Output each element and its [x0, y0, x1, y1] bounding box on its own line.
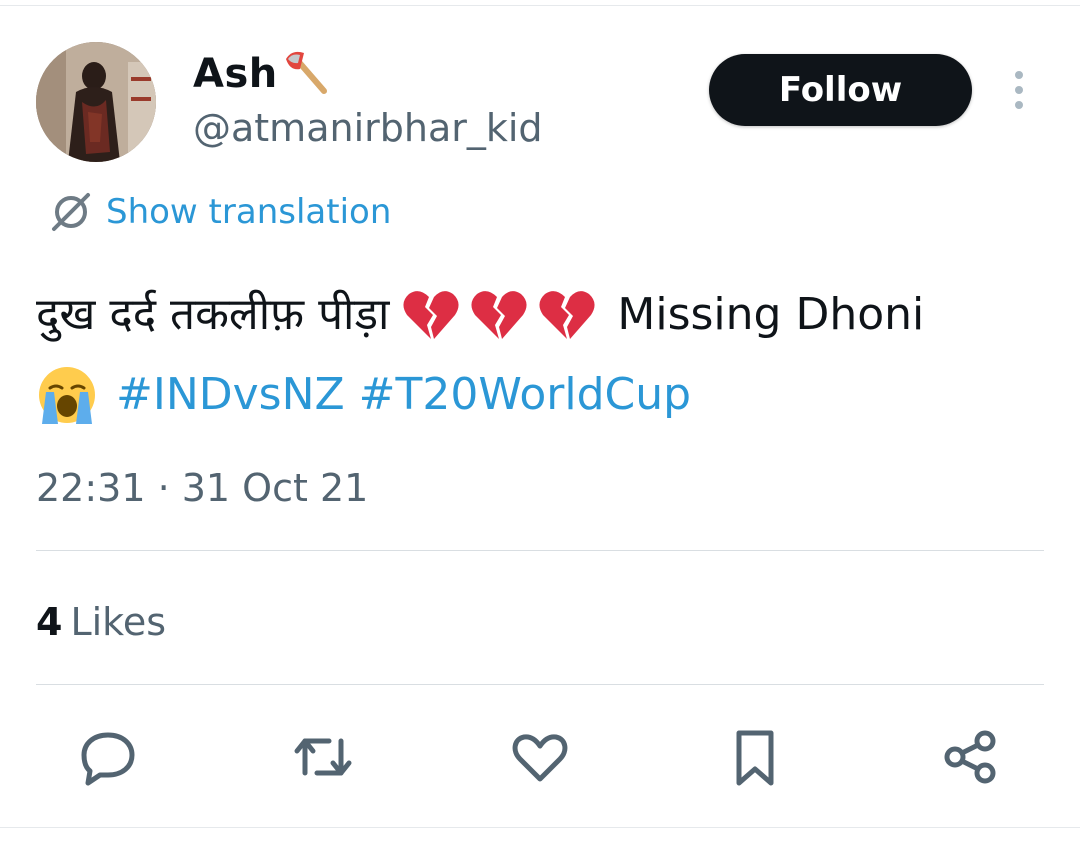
likes-number: 4 — [36, 600, 63, 644]
follow-button[interactable]: Follow — [709, 54, 972, 126]
bookmark-button[interactable] — [720, 722, 790, 792]
more-options-button[interactable] — [1004, 68, 1034, 112]
hashtag-t20worldcup[interactable]: #T20WorldCup — [359, 355, 691, 435]
retweet-button[interactable] — [288, 722, 358, 792]
loudly-crying-face-icon — [39, 367, 95, 424]
divider — [36, 684, 1044, 685]
like-button[interactable] — [505, 722, 575, 792]
show-translation-link[interactable]: Show translation — [48, 188, 391, 236]
user-handle[interactable]: @atmanirbhar_kid — [193, 104, 543, 152]
divider — [36, 550, 1044, 551]
bottom-divider — [0, 827, 1080, 828]
tweet-timestamp[interactable]: 22:31 · 31 Oct 21 — [36, 462, 368, 514]
hashtag-indvsnz[interactable]: #INDvsNZ — [116, 355, 345, 435]
top-divider — [0, 5, 1080, 6]
broken-hearts — [401, 285, 605, 345]
bookmark-icon — [736, 730, 774, 786]
show-translation-label[interactable]: Show translation — [106, 188, 391, 236]
share-icon — [944, 730, 996, 784]
likes-label: Likes — [70, 600, 167, 644]
tweet-text: दुख दर्द तकलीफ़ पीड़ा Missing Dhoni #IND… — [36, 275, 1046, 435]
vertical-ellipsis-icon — [1015, 71, 1023, 109]
name-row[interactable]: Ash — [193, 50, 330, 98]
tweet-line-1: दुख दर्द तकलीफ़ पीड़ा Missing Dhoni — [36, 275, 1046, 355]
tweet-line-2: #INDvsNZ #T20WorldCup — [36, 355, 1046, 435]
reply-button[interactable] — [73, 722, 143, 792]
broken-heart-icon — [539, 291, 595, 339]
likes-count[interactable]: 4 Likes — [36, 596, 166, 648]
tweet-text-after: Missing Dhoni — [617, 289, 925, 340]
tweet-hindi-text: दुख दर्द तकलीफ़ पीड़ा — [36, 289, 390, 340]
broken-heart-icon — [471, 291, 527, 339]
broken-heart-icon — [403, 291, 459, 339]
retweet-icon — [294, 738, 352, 776]
axe-emoji-icon — [285, 51, 327, 94]
avatar[interactable] — [36, 42, 156, 162]
reply-icon — [81, 732, 135, 786]
heart-like-icon — [512, 734, 568, 782]
display-name[interactable]: Ash — [193, 50, 278, 98]
share-button[interactable] — [936, 722, 1006, 792]
avatar-image — [36, 42, 156, 162]
translate-globe-icon — [52, 193, 90, 231]
